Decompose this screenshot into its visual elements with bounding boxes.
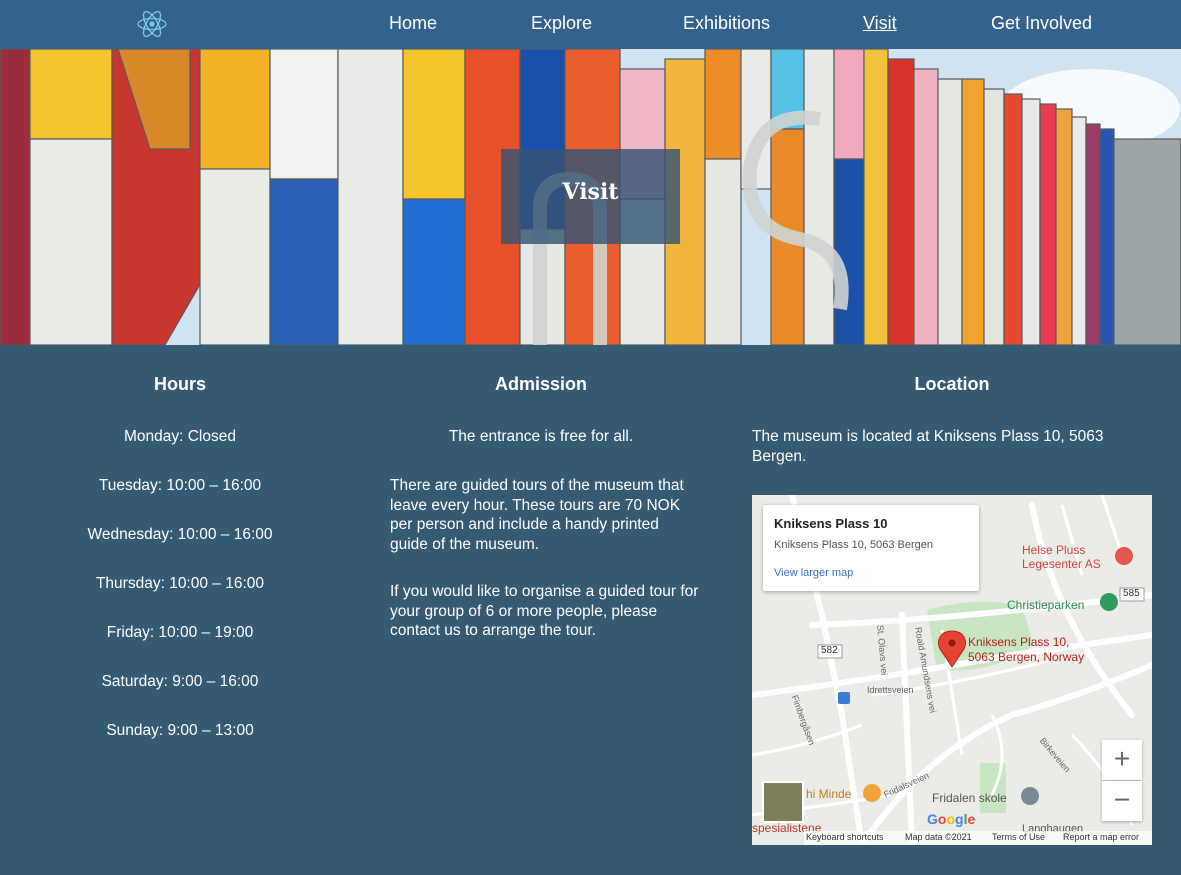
admission-heading: Admission [494, 374, 587, 394]
road-label: 585 [1123, 588, 1140, 599]
hero-title-box: Visit [501, 149, 680, 244]
place-label: Legesenter AS [1022, 557, 1101, 571]
road-label: 582 [821, 645, 838, 656]
view-larger-map-link[interactable]: View larger map [774, 567, 853, 579]
zoom-in-button[interactable]: + [1102, 740, 1142, 780]
keyboard-shortcuts-link[interactable]: Keyboard shortcuts [806, 832, 884, 842]
hours-line: Saturday: 9:00 – 16:00 [101, 673, 259, 690]
nav-link-exhibitions[interactable]: Exhibitions [683, 13, 770, 34]
admission-paragraph: The entrance is free for all. [448, 428, 634, 445]
hours-line: Monday: Closed [123, 428, 236, 445]
map-info-card: Kniksens Plass 10 Kniksens Plass 10, 506… [763, 505, 979, 591]
zoom-out-button[interactable]: − [1102, 781, 1142, 821]
pin-label: Kniksens Plass 10, [968, 635, 1070, 649]
nav-link-home[interactable]: Home [389, 13, 437, 34]
admission-paragraph: There are guided tours of the museum tha… [390, 477, 684, 553]
road-label: Idrettsveien [867, 685, 914, 695]
terms-link[interactable]: Terms of Use [992, 832, 1045, 842]
place-label: Fridalen skole [932, 791, 1007, 805]
hours-line: Tuesday: 10:00 – 16:00 [98, 477, 262, 494]
top-nav: Home Explore Exhibitions Visit Get Invol… [0, 0, 1181, 49]
report-error-link[interactable]: Report a map error [1063, 832, 1139, 842]
google-logo: Google [927, 811, 976, 827]
place-label: Helse Pluss [1022, 543, 1086, 557]
place-label: hi Minde [806, 787, 852, 801]
hours-heading: Hours [153, 374, 206, 394]
map-card-title: Kniksens Plass 10 [774, 516, 888, 531]
admission-paragraph: If you would like to organise a guided t… [390, 583, 699, 639]
map-footer: Keyboard shortcuts Map data ©2021 Terms … [804, 831, 1152, 845]
map-data-text: Map data ©2021 [905, 832, 972, 842]
hours-line: Thursday: 10:00 – 16:00 [95, 575, 265, 592]
nav-link-get-involved[interactable]: Get Involved [991, 13, 1092, 34]
pin-label: 5063 Bergen, Norway [968, 650, 1085, 664]
hero-banner: Visit [0, 49, 1181, 345]
location-text: The museum is located at Kniksens Plass … [752, 428, 1104, 465]
hero-title: Visit [562, 179, 619, 205]
nav-link-visit[interactable]: Visit [863, 13, 897, 34]
place-label: Christieparken [1007, 598, 1085, 612]
hours-line: Friday: 10:00 – 19:00 [106, 624, 254, 641]
nav-link-explore[interactable]: Explore [531, 13, 592, 34]
location-heading: Location [914, 374, 990, 394]
hours-line: Sunday: 9:00 – 13:00 [106, 722, 254, 739]
embedded-map[interactable]: 582 585 Idrettsveien Fridalsveien Fimber… [752, 495, 1152, 845]
atom-icon[interactable] [136, 8, 168, 40]
hours-line: Wednesday: 10:00 – 16:00 [87, 526, 273, 543]
map-card-address: Kniksens Plass 10, 5063 Bergen [774, 539, 933, 551]
